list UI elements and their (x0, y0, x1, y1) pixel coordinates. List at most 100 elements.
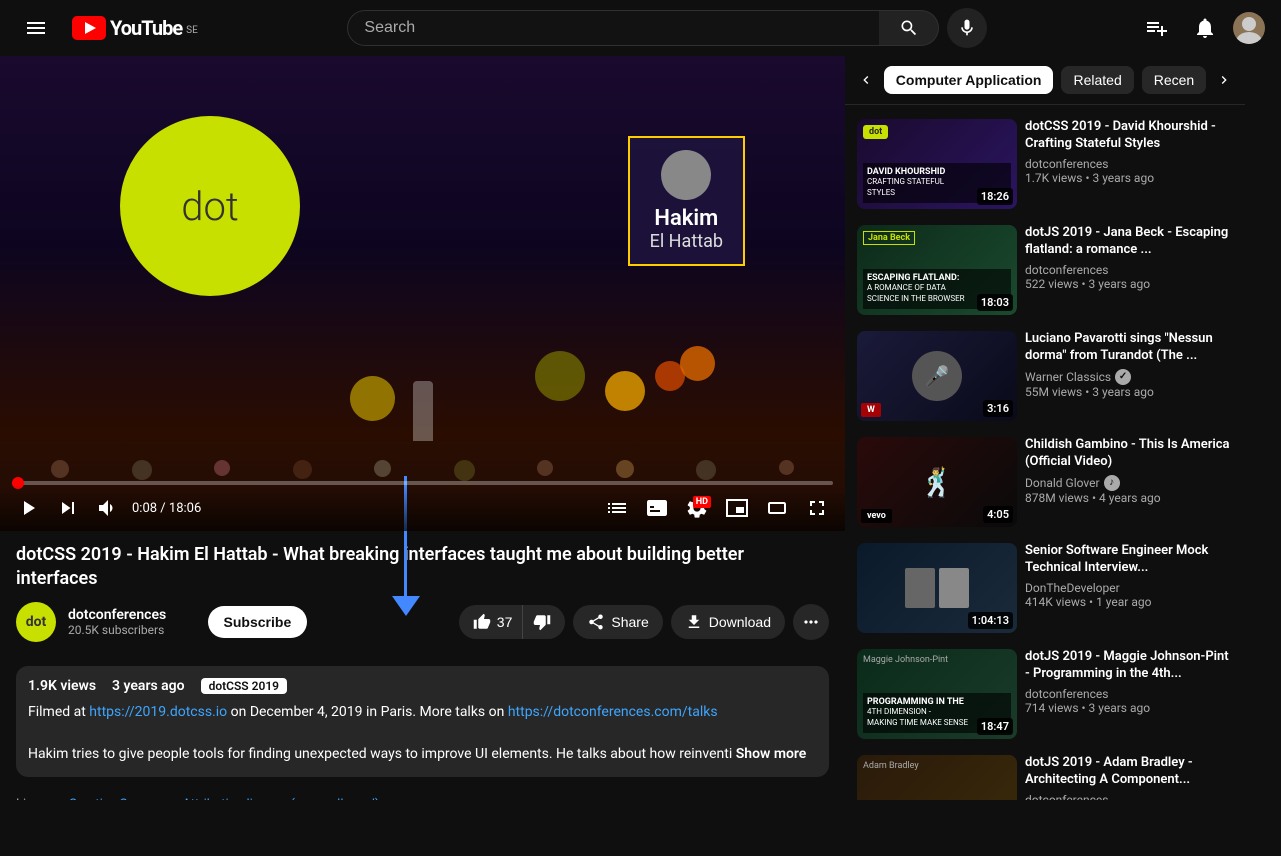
thumbs-up-icon (473, 613, 491, 631)
settings-button[interactable] (681, 492, 713, 524)
volume-button[interactable] (92, 492, 124, 524)
captions-icon (645, 496, 669, 520)
theater-button[interactable] (761, 492, 793, 524)
verified-badge: ♪ (1104, 475, 1120, 491)
like-button[interactable]: 37 (459, 605, 524, 639)
download-button[interactable]: Download (671, 605, 785, 639)
video-item-channel: dotconferences (1025, 793, 1233, 800)
video-item-channel: Warner Classics ✓ (1025, 369, 1233, 385)
duration-badge: 4:05 (983, 506, 1013, 523)
show-more-button[interactable]: Show more (736, 746, 807, 762)
video-item-stats: 878M views • 4 years ago (1025, 491, 1233, 505)
channel-name[interactable]: dotconferences (68, 607, 196, 623)
tab-recent[interactable]: Recen (1142, 66, 1206, 94)
thumbnail-container: 🎤 W 3:16 (857, 331, 1017, 421)
thumbnail-container: Maggie Johnson-Pint PROGRAMMING IN THE4T… (857, 649, 1017, 739)
create-button[interactable] (1137, 8, 1177, 48)
description-link-2[interactable]: https://dotconferences.com/talks (508, 704, 718, 720)
description-link-1[interactable]: https://2019.dotcss.io (89, 704, 227, 720)
time-display: 0:08 / 18:06 (132, 501, 201, 516)
player-controls: 0:08 / 18:06 HD (0, 485, 845, 531)
tab-computer-application[interactable]: Computer Application (884, 66, 1054, 94)
thumbnail-container: 1:04:13 (857, 543, 1017, 633)
search-icon (899, 18, 919, 38)
list-item[interactable]: Jana Beck ESCAPING FLATLAND:A ROMANCE OF… (853, 219, 1237, 321)
description-text: Filmed at https://2019.dotcss.io on Dece… (28, 702, 817, 765)
avatar[interactable] (1233, 12, 1265, 44)
video-player[interactable]: dot Hakim El Hattab (0, 56, 845, 531)
chapters-button[interactable] (601, 492, 633, 524)
tab-related[interactable]: Related (1061, 66, 1133, 94)
video-item-channel: dotconferences (1025, 687, 1233, 701)
header-center (347, 8, 987, 48)
video-frame: dot Hakim El Hattab (0, 56, 845, 531)
video-item-title: dotJS 2019 - Adam Bradley - Architecting… (1025, 755, 1233, 789)
thumbs-down-icon (533, 613, 551, 631)
video-item-meta: Senior Software Engineer Mock Technical … (1025, 543, 1233, 633)
sidebar: Computer Application Related Recen dot D… (845, 56, 1245, 800)
list-item[interactable]: Adam Bradley ARCHITECTINGA COMPONENT... … (853, 749, 1237, 800)
volume-icon (96, 496, 120, 520)
video-item-channel: Donald Glover ♪ (1025, 475, 1233, 491)
list-item[interactable]: 1:04:13 Senior Software Engineer Mock Te… (853, 537, 1237, 639)
channel-row: dot dotconferences 20.5K subscribers Sub… (16, 602, 829, 642)
duration-badge: 18:26 (977, 188, 1013, 205)
video-list: dot DAVID KHOURSHIDCRAFTING STATEFULSTYL… (845, 105, 1245, 800)
miniplayer-button[interactable] (721, 492, 753, 524)
subscriber-count: 20.5K subscribers (68, 623, 196, 637)
video-item-title: dotJS 2019 - Maggie Johnson-Pint - Progr… (1025, 649, 1233, 683)
tabs-prev-button[interactable] (857, 64, 876, 96)
video-item-meta: Childish Gambino - This Is America (Offi… (1025, 437, 1233, 527)
header-left: YouTube SE (16, 8, 198, 48)
subscribe-button[interactable]: Subscribe (208, 606, 308, 638)
video-item-channel: dotconferences (1025, 157, 1233, 171)
video-item-stats: 1.7K views • 3 years ago (1025, 171, 1233, 185)
action-buttons: 37 Share Download (459, 604, 829, 640)
bell-icon (1193, 16, 1217, 40)
category-badge: dotCSS 2019 (201, 678, 287, 694)
list-item[interactable]: 🎤 W 3:16 Luciano Pavarotti sings "Nessun… (853, 325, 1237, 427)
user-avatar-icon (1233, 12, 1265, 44)
video-item-meta: dotJS 2019 - Jana Beck - Escaping flatla… (1025, 225, 1233, 315)
share-button[interactable]: Share (573, 605, 662, 639)
video-item-meta: dotJS 2019 - Adam Bradley - Architecting… (1025, 755, 1233, 800)
video-item-meta: Luciano Pavarotti sings "Nessun dorma" f… (1025, 331, 1233, 421)
play-button[interactable] (12, 492, 44, 524)
play-icon (16, 496, 40, 520)
subtitles-button[interactable] (641, 492, 673, 524)
tabs-next-button[interactable] (1214, 64, 1233, 96)
channel-info: dotconferences 20.5K subscribers (68, 607, 196, 637)
more-horiz-icon (801, 612, 821, 632)
duration-badge: 18:03 (977, 294, 1013, 311)
fullscreen-button[interactable] (801, 492, 833, 524)
fullscreen-icon (805, 496, 829, 520)
thumbnail: Adam Bradley ARCHITECTINGA COMPONENT... (857, 755, 1017, 800)
search-button[interactable] (879, 10, 939, 46)
license-row: License Creative Commons Attribution lic… (0, 793, 845, 800)
dislike-button[interactable] (523, 605, 565, 639)
header-right (1137, 8, 1265, 48)
chapters-icon (605, 496, 629, 520)
menu-button[interactable] (16, 8, 56, 48)
notifications-button[interactable] (1185, 8, 1225, 48)
video-item-title: dotJS 2019 - Jana Beck - Escaping flatla… (1025, 225, 1233, 259)
list-item[interactable]: dot DAVID KHOURSHIDCRAFTING STATEFULSTYL… (853, 113, 1237, 215)
category-tabs: Computer Application Related Recen (845, 56, 1245, 105)
chevron-right-icon (1216, 72, 1232, 88)
more-options-button[interactable] (793, 604, 829, 640)
hamburger-icon (24, 16, 48, 40)
arrow-head (392, 596, 420, 616)
channel-avatar[interactable]: dot (16, 602, 56, 642)
next-button[interactable] (52, 492, 84, 524)
list-item[interactable]: 🕺 vevo 4:05 Childish Gambino - This Is A… (853, 431, 1237, 533)
video-item-title: Luciano Pavarotti sings "Nessun dorma" f… (1025, 331, 1233, 365)
search-input[interactable] (347, 10, 879, 46)
description-box[interactable]: 1.9K views 3 years ago dotCSS 2019 Filme… (16, 666, 829, 777)
youtube-logo-icon (72, 16, 106, 40)
voice-search-button[interactable] (947, 8, 987, 48)
dot-logo-circle: dot (120, 116, 300, 296)
list-item[interactable]: Maggie Johnson-Pint PROGRAMMING IN THE4T… (853, 643, 1237, 745)
youtube-logo[interactable]: YouTube SE (72, 16, 198, 40)
verified-badge: ✓ (1115, 369, 1131, 385)
youtube-wordmark: YouTube (110, 16, 182, 40)
